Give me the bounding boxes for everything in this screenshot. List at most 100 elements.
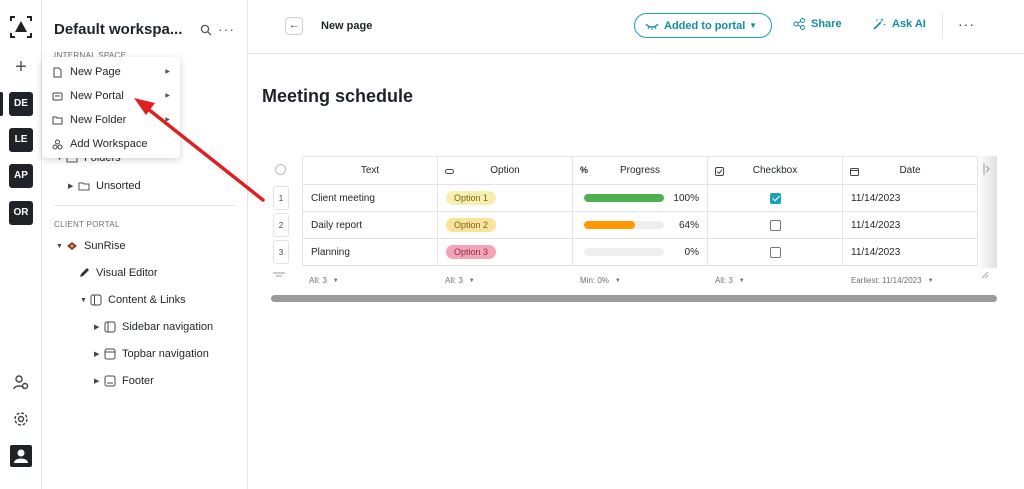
cell-option[interactable]: Option 1 bbox=[438, 185, 573, 212]
tree-item-footer[interactable]: ▶ Footer bbox=[94, 371, 154, 391]
workspace-title[interactable]: Default workspa... bbox=[54, 21, 182, 38]
tree-item-sidebar-navigation[interactable]: ▶ Sidebar navigation bbox=[94, 317, 213, 337]
tree-item-topbar-navigation[interactable]: ▶ Topbar navigation bbox=[94, 344, 209, 364]
cell-progress[interactable]: 64% bbox=[573, 212, 708, 239]
search-icon[interactable] bbox=[200, 24, 212, 36]
menu-item-new-portal[interactable]: New Portal ▶ bbox=[42, 84, 180, 108]
tree-item-content-links[interactable]: ▼ Content & Links bbox=[80, 290, 186, 310]
tree-item-label: Sidebar navigation bbox=[122, 321, 214, 333]
menu-item-label: Add Workspace bbox=[70, 138, 148, 150]
progress-bar bbox=[584, 248, 664, 256]
cell-text-value: Client meeting bbox=[311, 192, 375, 204]
cell-progress[interactable]: 0% bbox=[573, 239, 708, 266]
chevron-right-icon[interactable]: ▶ bbox=[94, 323, 104, 331]
back-arrow-icon[interactable]: ← bbox=[285, 17, 303, 35]
column-header-label: Text bbox=[360, 165, 380, 176]
workspace-ap[interactable]: AP bbox=[9, 164, 33, 188]
chevron-down-icon[interactable]: ▼ bbox=[56, 243, 66, 250]
workspace-rail: + DE LE AP OR bbox=[0, 0, 42, 489]
workspace-icon bbox=[52, 139, 63, 149]
share-icon bbox=[793, 18, 805, 30]
submenu-arrow-icon: ▶ bbox=[165, 117, 170, 123]
column-header-progress[interactable]: % Progress bbox=[573, 156, 708, 185]
magic-wand-icon bbox=[873, 18, 886, 30]
cell-text[interactable]: Client meeting bbox=[302, 185, 438, 212]
cell-progress[interactable]: 100% bbox=[573, 185, 708, 212]
cell-text[interactable]: Daily report bbox=[302, 212, 438, 239]
column-header-checkbox[interactable]: Checkbox bbox=[708, 156, 843, 185]
app-root: + DE LE AP OR Default workspa... ··· INT… bbox=[0, 0, 1024, 489]
chevron-right-icon[interactable]: ▶ bbox=[94, 377, 104, 385]
sidebar-layout-icon bbox=[104, 321, 116, 333]
menu-item-new-folder[interactable]: New Folder ▶ bbox=[42, 108, 180, 132]
cell-checkbox[interactable] bbox=[708, 185, 843, 212]
menu-item-label: New Folder bbox=[70, 114, 127, 126]
column-header-option[interactable]: Option bbox=[438, 156, 573, 185]
row-number[interactable]: 2 bbox=[273, 213, 289, 237]
checkbox-unchecked[interactable] bbox=[769, 246, 781, 258]
document-title[interactable]: Meeting schedule bbox=[262, 86, 413, 107]
calendar-icon bbox=[850, 168, 859, 176]
cell-date[interactable]: 11/14/2023 bbox=[843, 212, 978, 239]
workspace-le[interactable]: LE bbox=[9, 128, 33, 152]
row-number[interactable]: 3 bbox=[273, 240, 289, 264]
cell-date-value: 11/14/2023 bbox=[851, 246, 901, 258]
share-button[interactable]: Share bbox=[793, 18, 842, 30]
tree-item-visual-editor[interactable]: Visual Editor bbox=[78, 263, 158, 283]
add-workspace-icon[interactable]: + bbox=[11, 57, 31, 78]
checkbox-checked[interactable] bbox=[769, 192, 781, 204]
footer-summary[interactable]: All: 3 ▼ bbox=[715, 276, 745, 285]
cell-date[interactable]: 11/14/2023 bbox=[843, 185, 978, 212]
more-options-icon[interactable]: ··· bbox=[218, 21, 235, 37]
cell-option[interactable]: Option 3 bbox=[438, 239, 573, 266]
progress-label: 100% bbox=[673, 192, 699, 204]
option-tag: Option 1 bbox=[446, 191, 497, 205]
portal-status-button[interactable]: Added to portal ▼ bbox=[634, 13, 772, 38]
footer-summary[interactable]: Earliest: 11/14/2023 ▼ bbox=[851, 276, 934, 285]
add-column-icon[interactable] bbox=[983, 163, 991, 175]
submenu-arrow-icon: ▶ bbox=[165, 93, 170, 99]
user-avatar-icon[interactable] bbox=[10, 445, 32, 467]
portal-status-label: Added to portal bbox=[664, 19, 746, 32]
checkbox-unchecked[interactable] bbox=[769, 219, 781, 231]
cell-date-value: 11/14/2023 bbox=[851, 219, 901, 231]
chevron-down-icon[interactable]: ▼ bbox=[80, 297, 90, 304]
tree-item-unsorted[interactable]: ▶ Unsorted bbox=[68, 176, 141, 196]
option-pill-icon bbox=[445, 169, 454, 174]
cell-checkbox[interactable] bbox=[708, 212, 843, 239]
progress-label: 64% bbox=[678, 219, 699, 231]
workspace-or[interactable]: OR bbox=[9, 201, 33, 225]
cell-checkbox[interactable] bbox=[708, 239, 843, 266]
settings-gear-icon[interactable] bbox=[12, 410, 30, 428]
tree-item-sunrise[interactable]: ▼ SunRise bbox=[56, 236, 126, 256]
caret-down-icon: ▼ bbox=[738, 277, 745, 284]
workspace-de[interactable]: DE bbox=[0, 92, 33, 116]
resize-handle-icon[interactable] bbox=[981, 271, 989, 279]
column-header-text[interactable]: Text bbox=[302, 156, 438, 185]
app-logo-icon[interactable] bbox=[9, 15, 33, 39]
folder-icon bbox=[52, 116, 63, 124]
select-all-circle-icon[interactable] bbox=[275, 164, 286, 175]
column-header-date[interactable]: Date bbox=[843, 156, 978, 185]
horizontal-scrollbar[interactable] bbox=[271, 295, 997, 302]
chevron-right-icon[interactable]: ▶ bbox=[68, 182, 78, 190]
menu-item-add-workspace[interactable]: Add Workspace bbox=[42, 132, 180, 156]
members-icon[interactable] bbox=[12, 374, 30, 392]
footer-summary[interactable]: Min: 0% ▼ bbox=[580, 276, 621, 285]
menu-item-new-page[interactable]: New Page ▶ bbox=[42, 60, 180, 84]
page-icon bbox=[53, 67, 62, 77]
cell-date[interactable]: 11/14/2023 bbox=[843, 239, 978, 266]
sort-lines-icon[interactable] bbox=[273, 272, 285, 278]
row-number[interactable]: 1 bbox=[273, 186, 289, 210]
sidebar-divider bbox=[54, 205, 236, 206]
page-name: New page bbox=[321, 20, 373, 32]
footer-summary[interactable]: All: 3 ▼ bbox=[445, 276, 475, 285]
cell-text[interactable]: Planning bbox=[302, 239, 438, 266]
column-header-label: Progress bbox=[619, 165, 660, 176]
footer-summary[interactable]: All: 3 ▼ bbox=[309, 276, 339, 285]
footer-label: Min: 0% bbox=[580, 276, 609, 285]
chevron-right-icon[interactable]: ▶ bbox=[94, 350, 104, 358]
cell-option[interactable]: Option 2 bbox=[438, 212, 573, 239]
more-options-icon[interactable]: ··· bbox=[958, 16, 975, 32]
ask-ai-button[interactable]: Ask AI bbox=[872, 18, 926, 30]
